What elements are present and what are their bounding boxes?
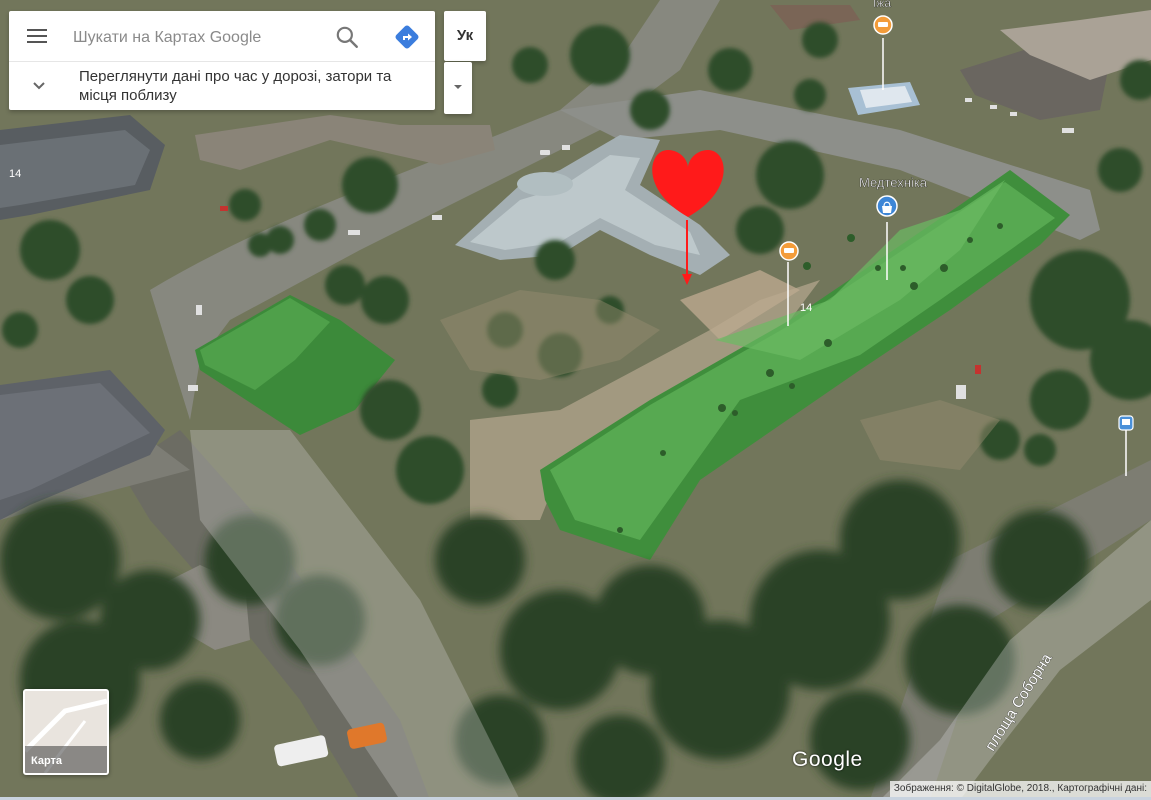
chevron-down-icon bbox=[33, 82, 45, 90]
language-dropdown[interactable] bbox=[444, 62, 472, 114]
building-number-left: 14 bbox=[9, 168, 21, 180]
google-logo: Google bbox=[792, 748, 863, 771]
menu-icon[interactable] bbox=[23, 25, 51, 47]
directions-icon[interactable] bbox=[393, 23, 421, 51]
search-bar bbox=[9, 11, 435, 62]
map-view-toggle[interactable]: Карта bbox=[23, 689, 109, 775]
traffic-info-text: Переглянути дані про час у дорозі, затор… bbox=[79, 68, 392, 104]
attribution-text[interactable]: Зображення: © DigitalGlobe, 2018., Карто… bbox=[889, 781, 1151, 797]
svg-text:Їжа: Їжа bbox=[873, 0, 891, 10]
search-panel: Переглянути дані про час у дорозі, затор… bbox=[9, 11, 435, 110]
language-button[interactable]: Ук bbox=[444, 11, 486, 61]
caret-down-icon bbox=[454, 85, 462, 89]
traffic-info-row[interactable]: Переглянути дані про час у дорозі, затор… bbox=[9, 62, 435, 110]
satellite-map[interactable]: площа Соборна 14 14 Їжа Медтехніка bbox=[0, 0, 1151, 800]
search-input[interactable] bbox=[71, 24, 335, 52]
building-number-main: 14 bbox=[800, 302, 812, 314]
map-toggle-label: Карта bbox=[31, 755, 63, 767]
search-icon[interactable] bbox=[334, 24, 360, 50]
svg-text:Медтехніка: Медтехніка bbox=[859, 175, 928, 190]
